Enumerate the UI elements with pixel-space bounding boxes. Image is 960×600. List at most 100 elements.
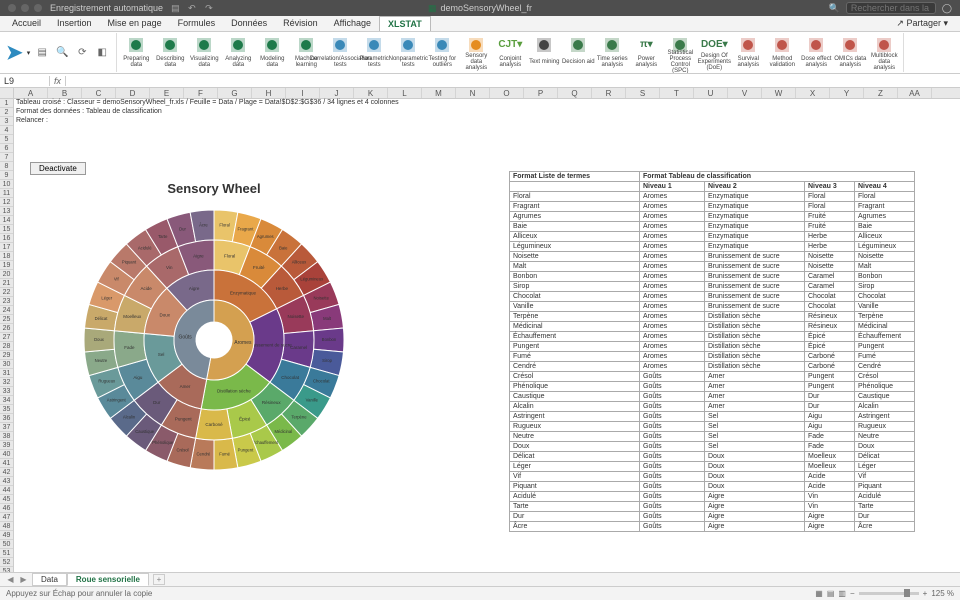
cell[interactable]: Aromes	[640, 332, 705, 342]
cell[interactable]: Cendré	[855, 362, 915, 372]
cell[interactable]: Moelleux	[805, 452, 855, 462]
cell[interactable]: Noisette	[510, 252, 640, 262]
cell[interactable]: Distillation sèche	[705, 352, 805, 362]
search-tool-icon[interactable]: 🔍	[54, 45, 70, 61]
row-34[interactable]: 34	[0, 396, 13, 405]
cell[interactable]: Goûts	[640, 452, 705, 462]
cell[interactable]: Pungent	[855, 342, 915, 352]
tab-accueil[interactable]: Accueil	[4, 16, 49, 31]
col-R[interactable]: R	[592, 88, 626, 98]
sheet-nav-first-icon[interactable]: ◀	[6, 575, 15, 584]
cell[interactable]: Phénolique	[855, 382, 915, 392]
cell[interactable]: Sel	[705, 422, 805, 432]
row-5[interactable]: 5	[0, 135, 13, 144]
cell[interactable]: Sel	[705, 432, 805, 442]
cell[interactable]: Aromes	[640, 282, 705, 292]
cell[interactable]: Bonbon	[510, 272, 640, 282]
row-7[interactable]: 7	[0, 153, 13, 162]
cell[interactable]: Dur	[510, 512, 640, 522]
row-9[interactable]: 9	[0, 171, 13, 180]
cell[interactable]: Astringent	[855, 412, 915, 422]
cell[interactable]: Alcalin	[855, 402, 915, 412]
cell[interactable]: Neutre	[855, 432, 915, 442]
row-18[interactable]: 18	[0, 252, 13, 261]
deactivate-button[interactable]: Deactivate	[30, 162, 86, 175]
cell[interactable]: Fade	[805, 442, 855, 452]
row-51[interactable]: 51	[0, 549, 13, 558]
row-11[interactable]: 11	[0, 189, 13, 198]
row-6[interactable]: 6	[0, 144, 13, 153]
add-sheet-button[interactable]: +	[153, 574, 165, 585]
cell[interactable]: Rugueux	[510, 422, 640, 432]
cell[interactable]: Floral	[855, 192, 915, 202]
cell[interactable]: Vanille	[510, 302, 640, 312]
cell[interactable]: Herbe	[805, 242, 855, 252]
col-B[interactable]: B	[48, 88, 82, 98]
row-23[interactable]: 23	[0, 297, 13, 306]
cell[interactable]: Résineux	[805, 312, 855, 322]
cell[interactable]: Goûts	[640, 392, 705, 402]
cell[interactable]: Épicé	[805, 342, 855, 352]
row-49[interactable]: 49	[0, 531, 13, 540]
row-19[interactable]: 19	[0, 261, 13, 270]
ribbon-statistical-process-control-spc-[interactable]: Statistical Process Control (SPC)	[663, 33, 697, 73]
row-50[interactable]: 50	[0, 540, 13, 549]
col-AA[interactable]: AA	[898, 88, 932, 98]
cell[interactable]: Résineux	[805, 322, 855, 332]
sheet-data[interactable]: Data	[32, 573, 67, 586]
cell[interactable]: Goûts	[640, 382, 705, 392]
col-W[interactable]: W	[762, 88, 796, 98]
row-26[interactable]: 26	[0, 324, 13, 333]
bookmark-icon[interactable]: ◧	[94, 45, 110, 61]
ribbon-preparing-data[interactable]: Preparing data	[119, 33, 153, 73]
view-normal-icon[interactable]: ▦	[815, 589, 823, 598]
row-17[interactable]: 17	[0, 243, 13, 252]
cell[interactable]: Âcre	[855, 522, 915, 532]
cells-area[interactable]: Tableau croisé : Classeur = demoSensoryW…	[14, 99, 960, 578]
cell[interactable]: Goûts	[640, 432, 705, 442]
cell[interactable]: Goûts	[640, 522, 705, 532]
cell[interactable]: Épicé	[805, 332, 855, 342]
cell[interactable]: Doux	[855, 442, 915, 452]
cell[interactable]: Crésol	[510, 372, 640, 382]
col-G[interactable]: G	[218, 88, 252, 98]
cell[interactable]: Délicat	[855, 452, 915, 462]
row-35[interactable]: 35	[0, 405, 13, 414]
col-Z[interactable]: Z	[864, 88, 898, 98]
cell[interactable]: Médicinal	[855, 322, 915, 332]
row-25[interactable]: 25	[0, 315, 13, 324]
cell[interactable]: Aromes	[640, 232, 705, 242]
row-40[interactable]: 40	[0, 450, 13, 459]
cell[interactable]: Moelleux	[805, 462, 855, 472]
cell[interactable]: Malt	[510, 262, 640, 272]
cell[interactable]: Aromes	[640, 352, 705, 362]
row-45[interactable]: 45	[0, 495, 13, 504]
cell[interactable]: Carboné	[805, 362, 855, 372]
cell[interactable]: Brunissement de sucre	[705, 272, 805, 282]
cell[interactable]: Agrumes	[510, 212, 640, 222]
cell[interactable]: Aigu	[805, 412, 855, 422]
row-21[interactable]: 21	[0, 279, 13, 288]
row-41[interactable]: 41	[0, 459, 13, 468]
ribbon-method-validation[interactable]: Method validation	[765, 33, 799, 73]
cell[interactable]: Sel	[705, 442, 805, 452]
cell[interactable]: Goûts	[640, 492, 705, 502]
cell[interactable]: Amer	[705, 392, 805, 402]
cell[interactable]: Goûts	[640, 372, 705, 382]
cell[interactable]: Goûts	[640, 512, 705, 522]
sheet-nav-prev-icon[interactable]: ▶	[19, 575, 28, 584]
cell[interactable]: Floral	[805, 192, 855, 202]
row-38[interactable]: 38	[0, 432, 13, 441]
cell[interactable]: Goûts	[640, 502, 705, 512]
cell[interactable]: Vin	[805, 502, 855, 512]
row-14[interactable]: 14	[0, 216, 13, 225]
col-N[interactable]: N	[456, 88, 490, 98]
cell[interactable]: Caustique	[855, 392, 915, 402]
cell[interactable]: Fade	[805, 432, 855, 442]
cell[interactable]: Chocolat	[805, 302, 855, 312]
row-24[interactable]: 24	[0, 306, 13, 315]
cell[interactable]: Noisette	[805, 262, 855, 272]
ribbon-text-mining[interactable]: Text mining	[527, 33, 561, 73]
cell[interactable]: Aigre	[705, 502, 805, 512]
ribbon-correlation-association-tests[interactable]: Correlation/Association tests	[323, 33, 357, 73]
